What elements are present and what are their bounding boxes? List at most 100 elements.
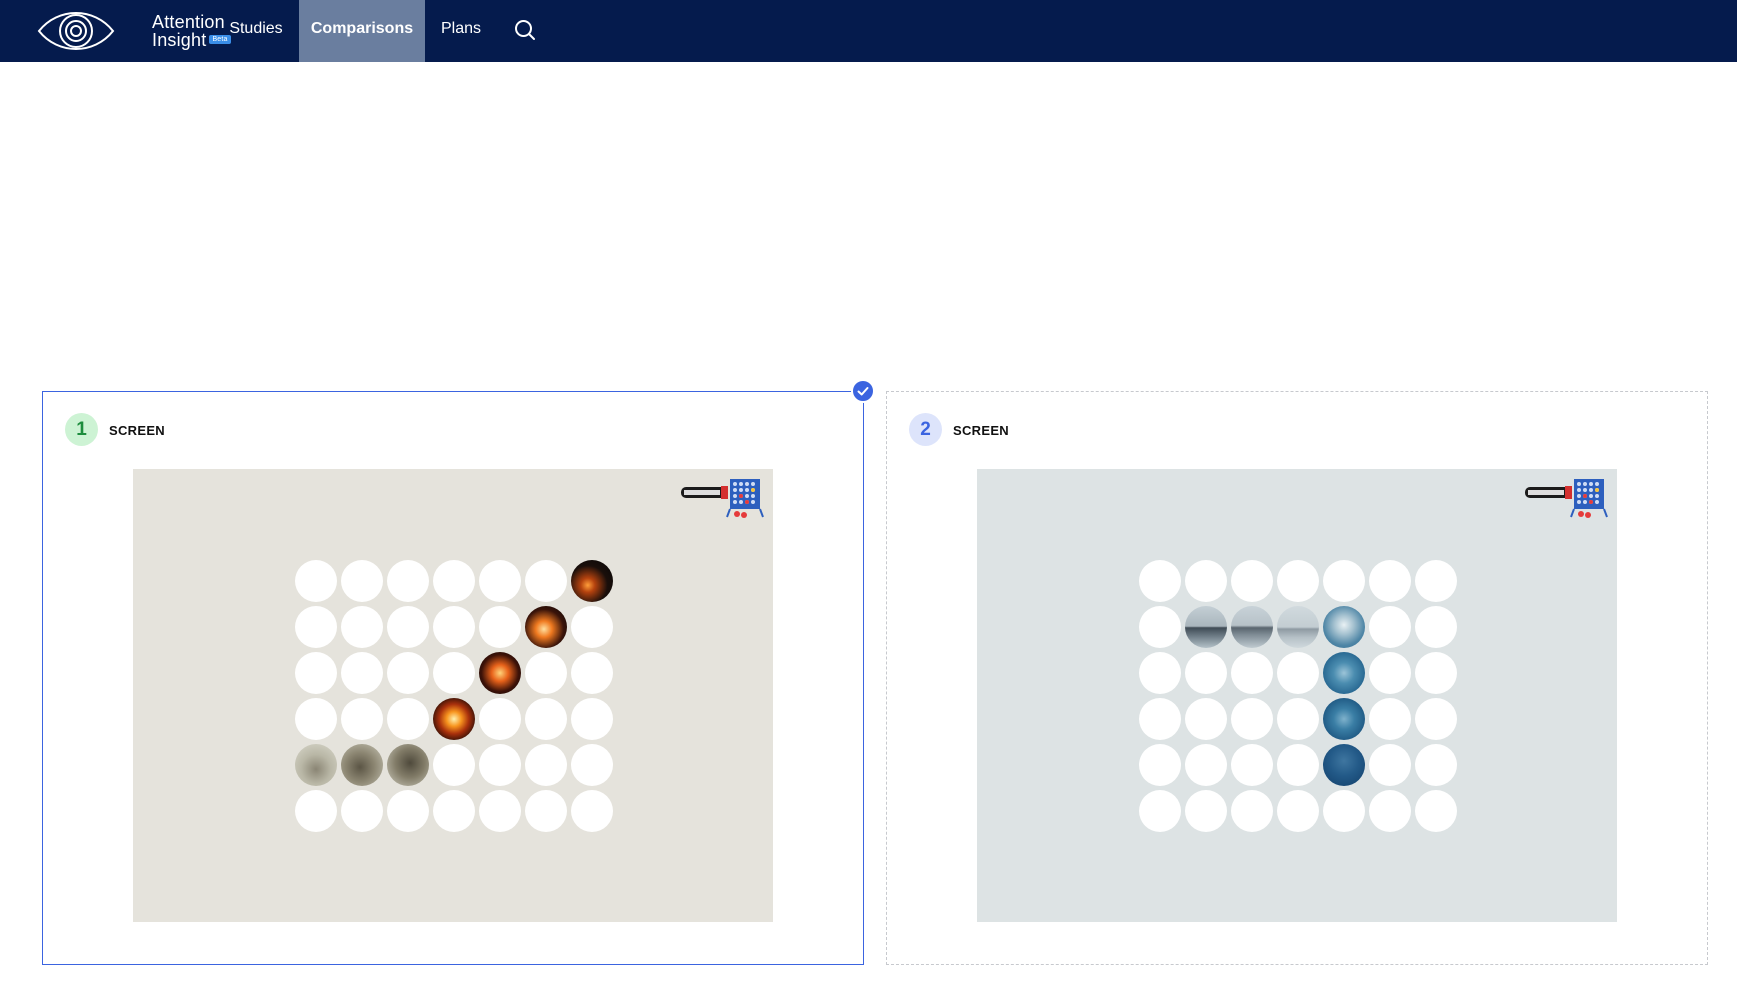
board-cell (525, 744, 567, 786)
board-cell (1185, 652, 1227, 694)
board-cell (1369, 790, 1411, 832)
iceberg-disc (1323, 698, 1365, 740)
board-cell (1369, 606, 1411, 648)
search-button[interactable] (512, 17, 538, 43)
board-cell (1231, 744, 1273, 786)
board-cell (1231, 790, 1273, 832)
board-cell (1139, 560, 1181, 602)
board-cell (433, 652, 475, 694)
selected-check-icon[interactable] (851, 379, 875, 403)
board-cell (1231, 560, 1273, 602)
nav-plans[interactable]: Plans (432, 0, 490, 62)
board-cell (387, 560, 429, 602)
board-cell (1323, 560, 1365, 602)
board-cell (1369, 698, 1411, 740)
board-cell (1277, 652, 1319, 694)
board-cell (1185, 790, 1227, 832)
ship-disc (1231, 606, 1273, 648)
board-cell (1369, 560, 1411, 602)
board-cell (341, 652, 383, 694)
attention-insight-logo[interactable]: Attention Insight Beta (36, 3, 231, 59)
board-cell (433, 560, 475, 602)
meteor-disc (433, 698, 475, 740)
board-cell (1415, 652, 1457, 694)
board-cell (479, 560, 521, 602)
board-cell (295, 560, 337, 602)
board-cell (479, 606, 521, 648)
board-cell (1415, 698, 1457, 740)
dinosaur-disc (387, 744, 429, 786)
board-cell (525, 698, 567, 740)
board-cell (571, 744, 613, 786)
board-cell (341, 698, 383, 740)
logo-line2: Insight (152, 30, 207, 50)
board-cell (1415, 744, 1457, 786)
board-cell (1415, 560, 1457, 602)
iceberg-disc (1323, 606, 1365, 648)
board-cell (1139, 606, 1181, 648)
board-cell (479, 698, 521, 740)
comparison-card-2[interactable]: 2 SCREEN (886, 391, 1708, 965)
board-cell (571, 606, 613, 648)
board-cell (525, 652, 567, 694)
screen-number-badge: 2 (909, 413, 942, 446)
game-board (1139, 560, 1457, 832)
board-cell (341, 790, 383, 832)
board-cell (1369, 652, 1411, 694)
board-cell (1277, 698, 1319, 740)
board-cell (571, 790, 613, 832)
comparison-card-1[interactable]: 1 SCREEN (42, 379, 875, 965)
eye-logo-icon (37, 12, 115, 50)
board-cell (387, 698, 429, 740)
nav-studies[interactable]: Studies (218, 0, 294, 62)
board-cell (387, 652, 429, 694)
board-cell (1277, 790, 1319, 832)
screen-thumbnail[interactable] (133, 469, 773, 922)
connect4-logo-icon (1525, 479, 1608, 518)
board-cell (433, 744, 475, 786)
board-cell (295, 606, 337, 648)
board-cell (341, 606, 383, 648)
board-cell (1139, 698, 1181, 740)
board-cell (1415, 790, 1457, 832)
board-cell (571, 652, 613, 694)
board-cell (479, 790, 521, 832)
board-cell (525, 790, 567, 832)
board-cell (1185, 698, 1227, 740)
meteor-disc (571, 560, 613, 602)
top-navbar: Attention Insight Beta Studies Comparison… (0, 0, 1737, 62)
board-cell (341, 560, 383, 602)
nav-comparisons[interactable]: Comparisons (299, 0, 425, 62)
board-cell (433, 606, 475, 648)
ship-disc (1277, 606, 1319, 648)
board-cell (1323, 790, 1365, 832)
meteor-disc (479, 652, 521, 694)
ship-disc (1185, 606, 1227, 648)
game-board (295, 560, 613, 832)
dinosaur-disc (295, 744, 337, 786)
connect4-logo-icon (681, 479, 764, 518)
board-cell (1231, 652, 1273, 694)
board-cell (1139, 790, 1181, 832)
board-cell (1139, 744, 1181, 786)
iceberg-disc (1323, 744, 1365, 786)
board-cell (295, 790, 337, 832)
meteor-disc (525, 606, 567, 648)
board-cell (387, 606, 429, 648)
screen-label: SCREEN (109, 423, 165, 438)
screen-label: SCREEN (953, 423, 1009, 438)
board-cell (295, 698, 337, 740)
board-cell (1185, 560, 1227, 602)
board-cell (433, 790, 475, 832)
board-cell (387, 790, 429, 832)
board-cell (479, 744, 521, 786)
board-cell (1369, 744, 1411, 786)
search-icon (515, 20, 535, 40)
screen-thumbnail[interactable] (977, 469, 1617, 922)
board-cell (1415, 606, 1457, 648)
board-cell (1277, 744, 1319, 786)
iceberg-disc (1323, 652, 1365, 694)
board-cell (1277, 560, 1319, 602)
dinosaur-disc (341, 744, 383, 786)
screen-number-badge: 1 (65, 413, 98, 446)
